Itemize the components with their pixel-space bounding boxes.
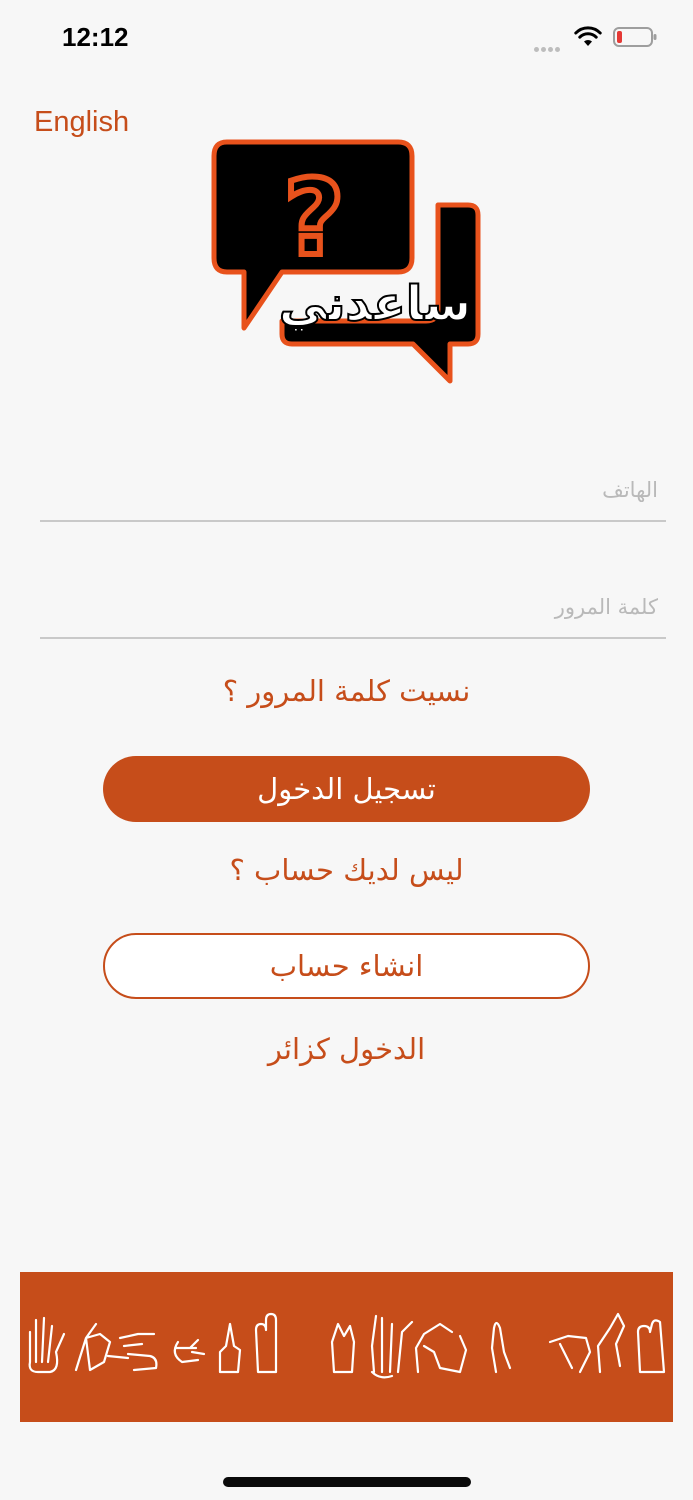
status-bar: 12:12 bbox=[0, 0, 693, 80]
wifi-icon bbox=[574, 26, 602, 46]
logo-question-mark: ? bbox=[284, 157, 344, 279]
forgot-password-link[interactable]: نسيت كلمة المرور ؟ bbox=[0, 674, 693, 708]
battery-low-icon bbox=[613, 27, 657, 47]
no-account-text: ليس لديك حساب ؟ bbox=[229, 853, 464, 887]
create-account-button[interactable]: انشاء حساب bbox=[103, 933, 590, 999]
home-indicator[interactable] bbox=[223, 1477, 471, 1487]
guest-login-link[interactable]: الدخول كزائر bbox=[0, 1032, 693, 1066]
phone-input[interactable] bbox=[40, 460, 666, 520]
phone-field[interactable] bbox=[40, 460, 666, 522]
status-time: 12:12 bbox=[62, 22, 129, 52]
sign-language-hands-icon bbox=[28, 1312, 666, 1379]
cellular-signal-icon bbox=[534, 37, 566, 52]
password-field[interactable] bbox=[40, 577, 666, 639]
sign-language-banner bbox=[20, 1272, 673, 1422]
logo-text: ساعدني bbox=[279, 276, 471, 332]
app-logo: ? ساعدني bbox=[211, 139, 481, 384]
password-input[interactable] bbox=[40, 577, 666, 637]
login-button[interactable]: تسجيل الدخول bbox=[103, 756, 590, 822]
language-toggle[interactable]: English bbox=[34, 106, 129, 139]
